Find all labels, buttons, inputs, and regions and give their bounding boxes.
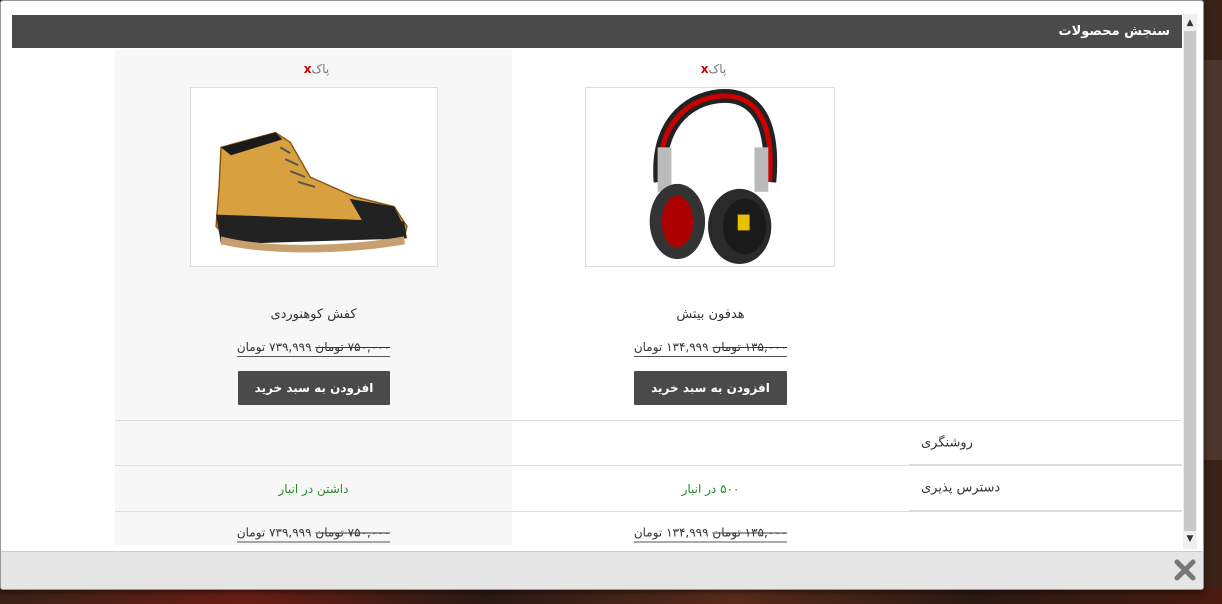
product-image-boot[interactable] [190,87,438,267]
modal-footer [1,551,1203,589]
compare-products-modal: سنجش محصولات ▲ ▼ پاکx کفش کوهنوردی ۷۵۰,۰… [0,0,1204,590]
row-label: روشنگری [909,421,1182,465]
old-price: ۷۵۰,۰۰۰ تومان [315,525,391,540]
row-cell [512,421,909,465]
modal-header: سنجش محصولات [12,15,1182,48]
row-cell: داشتن در انبار [115,466,512,511]
row-cell: ۵۰۰ در انبار [512,466,909,511]
product-column-boot: پاکx کفش کوهنوردی ۷۵۰,۰۰۰ تومان ۷۳۹,۹۹۹ … [115,50,512,420]
product-column-headphones: پاکx هدفون بیتش ۱۳۵,۰۰۰ تومان ۱۳۴,۹۹۹ تو… [512,50,909,420]
modal-scrollbar[interactable]: ▲ ▼ [1183,14,1197,549]
compare-row-price: ۷۵۰,۰۰۰ تومان ۷۳۹,۹۹۹ تومان ۱۳۵,۰۰۰ توما… [115,511,1182,545]
compare-row-availability: داشتن در انبار ۵۰۰ در انبار دسترس پذیری [115,465,1182,511]
row-cell: ۷۵۰,۰۰۰ تومان ۷۳۹,۹۹۹ تومان [115,512,512,545]
add-to-cart-button-boot[interactable]: افزودن به سبد خرید [238,371,390,405]
new-price: ۱۳۴,۹۹۹ تومان [633,525,709,540]
modal-title: سنجش محصولات [1058,24,1170,39]
add-to-cart-button-headphones[interactable]: افزودن به سبد خرید [634,371,787,405]
remove-label: پاک [708,62,727,76]
old-price: ۱۳۵,۰۰۰ تومان [712,525,788,540]
remove-label: پاک [311,62,330,76]
page-background-right [1204,0,1222,604]
old-price: ۱۳۵,۰۰۰ تومان [712,340,788,354]
new-price: ۱۳۴,۹۹۹ تومان [633,340,709,354]
remove-product-headphones[interactable]: پاکx [512,62,909,76]
product-name-headphones[interactable]: هدفون بیتش [512,307,909,322]
close-icon[interactable] [1173,558,1197,582]
chevron-down-icon[interactable]: ▼ [1183,532,1197,546]
compare-row-description: روشنگری [115,420,1182,465]
product-price-headphones: ۱۳۵,۰۰۰ تومان ۱۳۴,۹۹۹ تومان [512,340,909,357]
compare-table: پاکx کفش کوهنوردی ۷۵۰,۰۰۰ تومان ۷۳۹,۹۹۹ … [12,48,1182,545]
row-price-boot: ۷۵۰,۰۰۰ تومان ۷۳۹,۹۹۹ تومان [115,526,512,543]
product-name-boot[interactable]: کفش کوهنوردی [115,307,512,322]
row-label [909,512,1182,545]
new-price: ۷۳۹,۹۹۹ تومان [236,525,312,540]
row-cell [115,421,512,465]
chevron-up-icon[interactable]: ▲ [1183,16,1197,30]
page-background-bottom [0,588,1222,604]
row-cell: ۱۳۵,۰۰۰ تومان ۱۳۴,۹۹۹ تومان [512,512,909,545]
remove-product-boot[interactable]: پاکx [115,62,512,76]
scrollbar-thumb[interactable] [1184,31,1196,531]
headphones-icon [649,88,778,265]
stock-status-boot: داشتن در انبار [278,481,349,496]
new-price: ۷۳۹,۹۹۹ تومان [236,340,312,354]
stock-status-headphones: ۵۰۰ در انبار [681,481,740,496]
product-price-boot: ۷۵۰,۰۰۰ تومان ۷۳۹,۹۹۹ تومان [115,340,512,357]
old-price: ۷۵۰,۰۰۰ تومان [315,340,391,354]
row-label: دسترس پذیری [909,466,1182,511]
row-price-headphones: ۱۳۵,۰۰۰ تومان ۱۳۴,۹۹۹ تومان [512,526,909,543]
remove-x-icon[interactable]: x [304,62,312,76]
product-image-headphones[interactable] [585,87,835,267]
remove-x-icon[interactable]: x [701,62,709,76]
hiking-boot-icon [215,131,408,253]
